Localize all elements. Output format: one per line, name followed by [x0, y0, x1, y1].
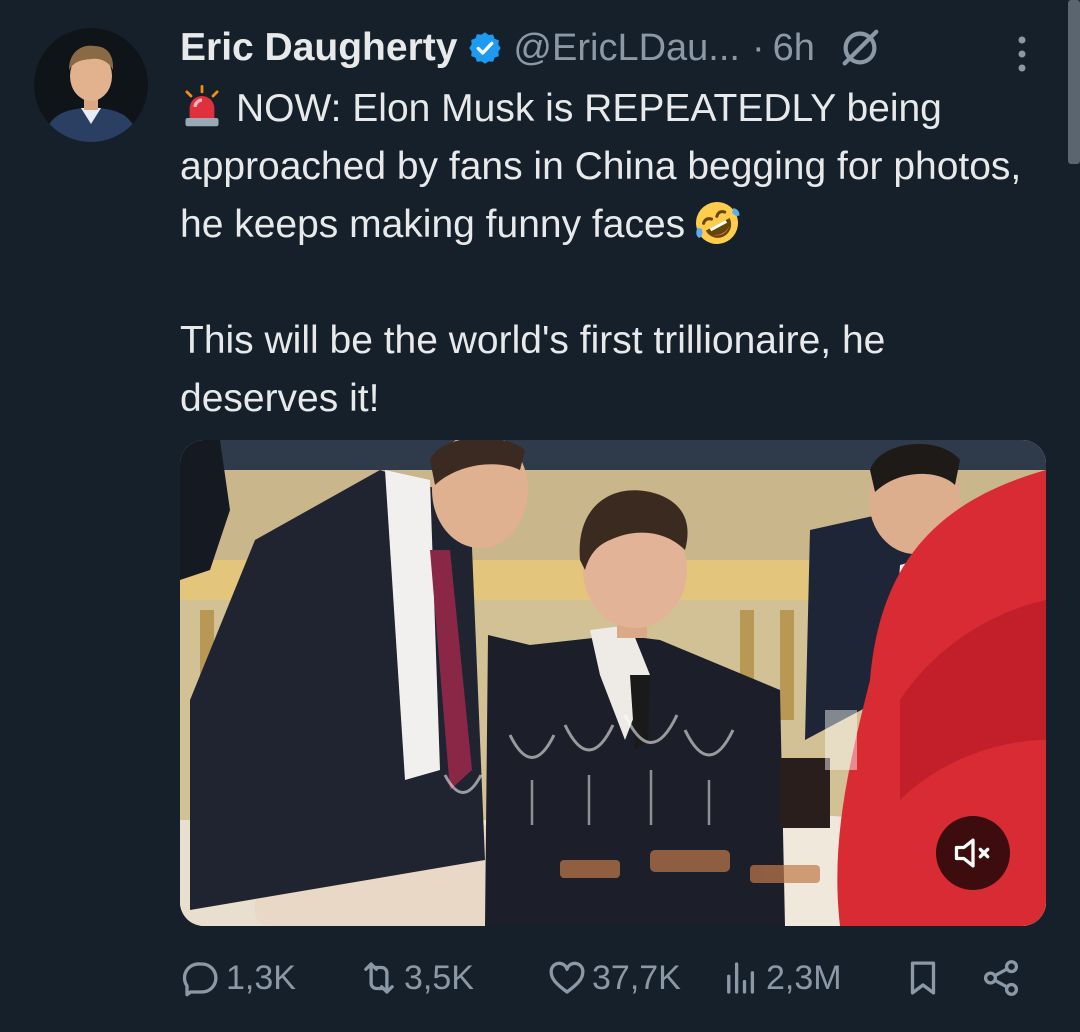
more-options-icon[interactable] — [1010, 34, 1034, 74]
tweet-timestamp[interactable]: 6h — [773, 27, 815, 70]
volume-mute-icon — [954, 838, 990, 868]
tweet-actions: 1,3K 3,5K 37,7K 2,3M — [180, 950, 1040, 1006]
like-count: 37,7K — [592, 958, 681, 997]
author-avatar[interactable] — [34, 28, 148, 142]
bookmark-button[interactable] — [902, 950, 948, 1006]
tweet-text: NOW: Elon Musk is REPEATEDLY being appro… — [180, 80, 1040, 428]
tweet-paragraph-1: NOW: Elon Musk is REPEATEDLY being appro… — [180, 80, 1040, 254]
police-light-icon — [185, 85, 219, 127]
views-icon — [727, 962, 755, 994]
reply-icon — [182, 962, 218, 997]
views-button[interactable]: 2,3M — [720, 950, 842, 1006]
heart-icon — [549, 961, 585, 994]
share-icon — [983, 960, 1019, 996]
bookmark-icon — [910, 961, 936, 995]
like-button[interactable]: 37,7K — [546, 950, 681, 1006]
repost-icon — [364, 962, 394, 994]
scrollbar[interactable] — [1068, 0, 1080, 164]
reply-button[interactable]: 1,3K — [180, 950, 296, 1006]
mute-button[interactable] — [936, 816, 1010, 890]
repost-button[interactable]: 3,5K — [358, 950, 474, 1006]
tweet-paragraph-2: This will be the world's first trilliona… — [180, 319, 886, 420]
grok-icon[interactable] — [837, 25, 883, 71]
views-count: 2,3M — [766, 958, 842, 997]
reply-count: 1,3K — [226, 958, 296, 997]
author-name[interactable]: Eric Daugherty — [180, 26, 457, 70]
avatar-icon — [34, 28, 148, 142]
author-handle[interactable]: @EricLDau... — [513, 27, 740, 70]
rofl-icon — [696, 202, 740, 244]
tweet-paragraph-1-text: NOW: Elon Musk is REPEATEDLY being appro… — [180, 87, 1022, 246]
tweet-video[interactable] — [180, 440, 1046, 926]
video-frame — [180, 440, 1046, 926]
separator-dot: · — [751, 26, 765, 69]
verified-badge-icon[interactable] — [467, 30, 503, 66]
share-button[interactable] — [980, 950, 1026, 1006]
repost-count: 3,5K — [404, 958, 474, 997]
